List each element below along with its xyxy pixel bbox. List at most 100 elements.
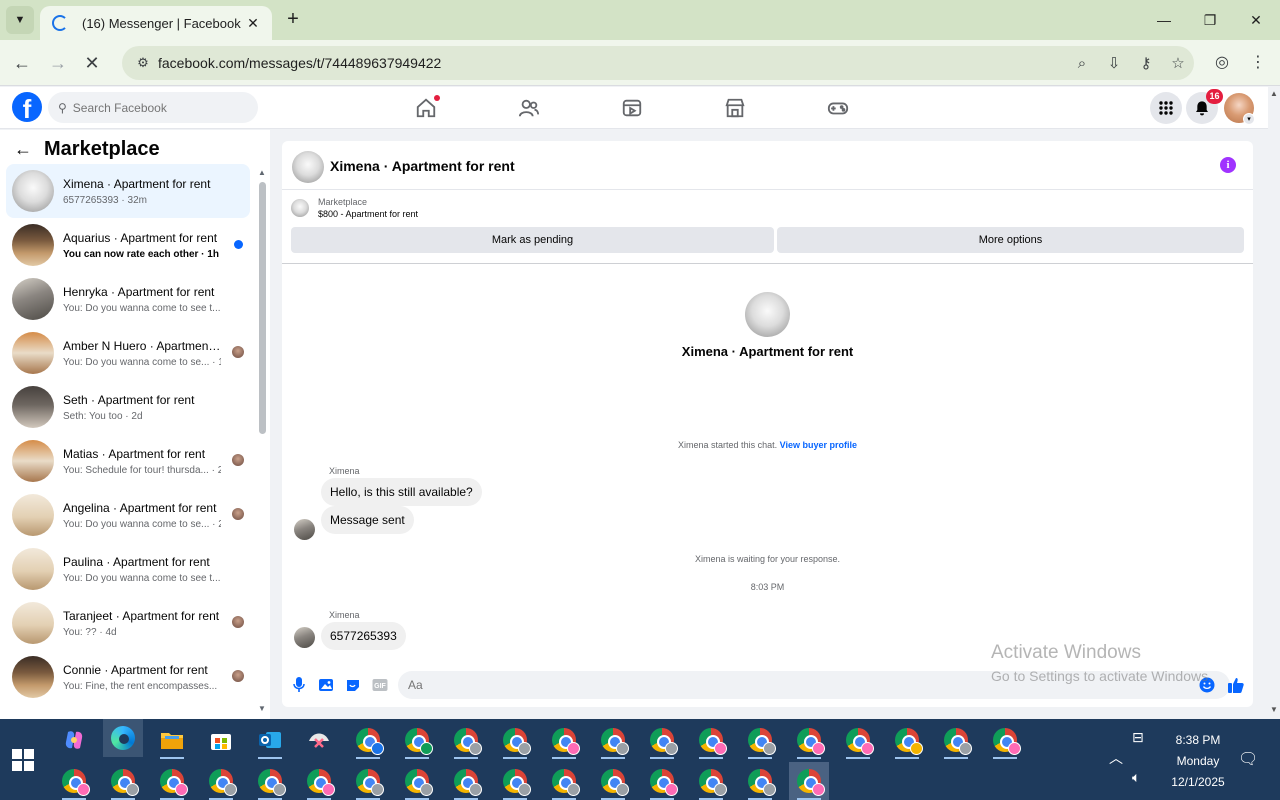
microsoft-store-icon[interactable] — [201, 721, 241, 759]
chrome-window-icon[interactable] — [397, 762, 437, 800]
chrome-window-icon[interactable] — [985, 721, 1025, 759]
chrome-window-icon[interactable] — [103, 762, 143, 800]
back-arrow-icon[interactable]: ← — [14, 139, 32, 160]
back-button[interactable]: ← — [10, 51, 34, 75]
restore-button[interactable]: ❐ — [1187, 8, 1233, 32]
chrome-window-icon[interactable] — [642, 762, 682, 800]
chrome-window-icon[interactable] — [299, 762, 339, 800]
new-tab-button[interactable]: + — [282, 8, 304, 30]
install-app-icon[interactable]: ⇩ — [1098, 54, 1130, 72]
conversation-item[interactable]: Seth · Apartment for rent Seth: You too ·… — [6, 380, 250, 434]
forward-button[interactable]: → — [46, 51, 70, 75]
close-window-button[interactable]: ✕ — [1233, 8, 1279, 32]
show-hidden-icons-chevron-icon[interactable]: ︿ — [1109, 748, 1123, 768]
password-key-icon[interactable]: ⚷ — [1130, 54, 1162, 72]
facebook-logo[interactable]: f — [12, 92, 42, 122]
site-info-icon[interactable]: ⚙ — [132, 55, 154, 71]
list-scroll-up-icon[interactable]: ▲ — [258, 168, 266, 177]
view-buyer-profile-link[interactable]: View buyer profile — [780, 440, 857, 450]
browser-tab[interactable]: (16) Messenger | Facebook ✕ — [40, 6, 272, 40]
tab-search-menu-icon[interactable]: ▼ — [6, 6, 34, 34]
chrome-window-icon[interactable] — [789, 762, 829, 800]
attach-photo-icon[interactable] — [317, 676, 335, 694]
address-bar[interactable]: ⚙ facebook.com/messages/t/74448963794942… — [122, 46, 1194, 80]
bookmark-star-icon[interactable]: ☆ — [1162, 54, 1194, 72]
chrome-window-icon[interactable] — [887, 721, 927, 759]
profile-icon[interactable]: ◎ — [1210, 51, 1234, 75]
sender-avatar[interactable] — [294, 627, 315, 648]
conversation-item[interactable]: Connie · Apartment for rent You: Fine, th… — [6, 650, 250, 704]
chrome-window-icon[interactable] — [446, 721, 486, 759]
microphone-icon[interactable] — [290, 676, 308, 694]
browser-menu-icon[interactable]: ⋮ — [1246, 51, 1270, 75]
chrome-window-icon[interactable] — [446, 762, 486, 800]
sticker-icon[interactable] — [344, 676, 362, 694]
conversation-item[interactable]: Henryka · Apartment for rent You: Do you … — [6, 272, 250, 326]
conversation-item[interactable]: Ximena · Apartment for rent 6577265393 · … — [6, 164, 250, 218]
chrome-window-icon[interactable] — [348, 721, 388, 759]
start-button-windows-icon[interactable] — [12, 749, 34, 771]
conversation-item[interactable]: Amber N Huero · Apartment ... You: Do you… — [6, 326, 250, 380]
scroll-down-icon[interactable]: ▼ — [1270, 705, 1278, 714]
gif-icon[interactable]: GIF — [371, 676, 389, 694]
mark-as-pending-button[interactable]: Mark as pending — [291, 227, 774, 253]
chrome-window-icon[interactable] — [495, 721, 535, 759]
facebook-search[interactable]: ⚲ — [48, 92, 258, 123]
snipping-tool-icon[interactable] — [299, 721, 339, 759]
chrome-window-icon[interactable] — [691, 762, 731, 800]
notification-center-icon[interactable]: 🗨︎ — [1238, 749, 1258, 769]
scroll-up-icon[interactable]: ▲ — [1270, 89, 1278, 98]
chrome-window-icon[interactable] — [544, 762, 584, 800]
home-nav-icon[interactable] — [406, 93, 446, 123]
message-bubble[interactable]: 6577265393 — [321, 622, 406, 650]
page-scrollbar[interactable]: ▲ ▼ — [1268, 87, 1280, 719]
minimize-button[interactable]: — — [1141, 8, 1187, 32]
file-explorer-icon[interactable] — [152, 721, 192, 759]
chat-header-avatar[interactable] — [292, 151, 324, 183]
chrome-window-icon[interactable] — [397, 721, 437, 759]
edge-browser-icon[interactable] — [103, 719, 143, 757]
network-icon[interactable]: ⊟ — [1132, 729, 1144, 746]
contact-avatar[interactable] — [745, 292, 790, 337]
chrome-window-icon[interactable] — [152, 762, 192, 800]
chrome-window-icon[interactable] — [691, 721, 731, 759]
search-input[interactable] — [72, 100, 243, 115]
copilot-icon[interactable] — [54, 721, 94, 759]
chrome-window-icon[interactable] — [201, 762, 241, 800]
info-icon[interactable]: i — [1220, 157, 1236, 173]
taskbar-clock[interactable]: 8:38 PM Monday 12/1/2025 — [1166, 730, 1230, 793]
chrome-window-icon[interactable] — [936, 721, 976, 759]
list-scroll-down-icon[interactable]: ▼ — [258, 704, 266, 713]
chrome-window-icon[interactable] — [593, 762, 633, 800]
conversation-item[interactable]: Taranjeet · Apartment for rent You: ?? · … — [6, 596, 250, 650]
zoom-icon[interactable]: ⌕ — [1066, 55, 1098, 72]
outlook-icon[interactable] — [250, 721, 290, 759]
account-chevron-down-icon[interactable]: ▾ — [1243, 113, 1255, 125]
conversation-item[interactable]: Paulina · Apartment for rent You: Do you … — [6, 542, 250, 596]
message-bubble[interactable]: Hello, is this still available? — [321, 478, 482, 506]
video-nav-icon[interactable] — [612, 93, 652, 123]
chrome-window-icon[interactable] — [495, 762, 535, 800]
volume-icon[interactable]: 🔈︎ — [1132, 769, 1140, 786]
gaming-nav-icon[interactable] — [818, 93, 858, 123]
chrome-window-icon[interactable] — [740, 762, 780, 800]
sender-avatar[interactable] — [294, 519, 315, 540]
friends-nav-icon[interactable] — [509, 93, 549, 123]
url-text[interactable]: facebook.com/messages/t/744489637949422 — [158, 55, 1066, 71]
like-thumbs-up-icon[interactable] — [1227, 676, 1245, 694]
scrollbar-thumb[interactable] — [259, 182, 266, 434]
chrome-window-icon[interactable] — [250, 762, 290, 800]
listing-summary[interactable]: Marketplace $800 - Apartment for rent — [291, 197, 418, 219]
chrome-window-icon[interactable] — [54, 762, 94, 800]
chrome-window-icon[interactable] — [544, 721, 584, 759]
chat-header-name[interactable]: Ximena · Apartment for rent — [330, 158, 515, 174]
conversation-item[interactable]: Angelina · Apartment for rent You: Do you… — [6, 488, 250, 542]
tab-close-icon[interactable]: ✕ — [244, 15, 262, 32]
marketplace-nav-icon[interactable] — [715, 93, 755, 123]
stop-button[interactable]: ✕ — [80, 51, 104, 75]
conversation-item[interactable]: Aquarius · Apartment for rent You can now… — [6, 218, 250, 272]
chrome-window-icon[interactable] — [740, 721, 780, 759]
chrome-window-icon[interactable] — [838, 721, 878, 759]
chrome-window-icon[interactable] — [642, 721, 682, 759]
message-bubble[interactable]: Message sent — [321, 506, 414, 534]
